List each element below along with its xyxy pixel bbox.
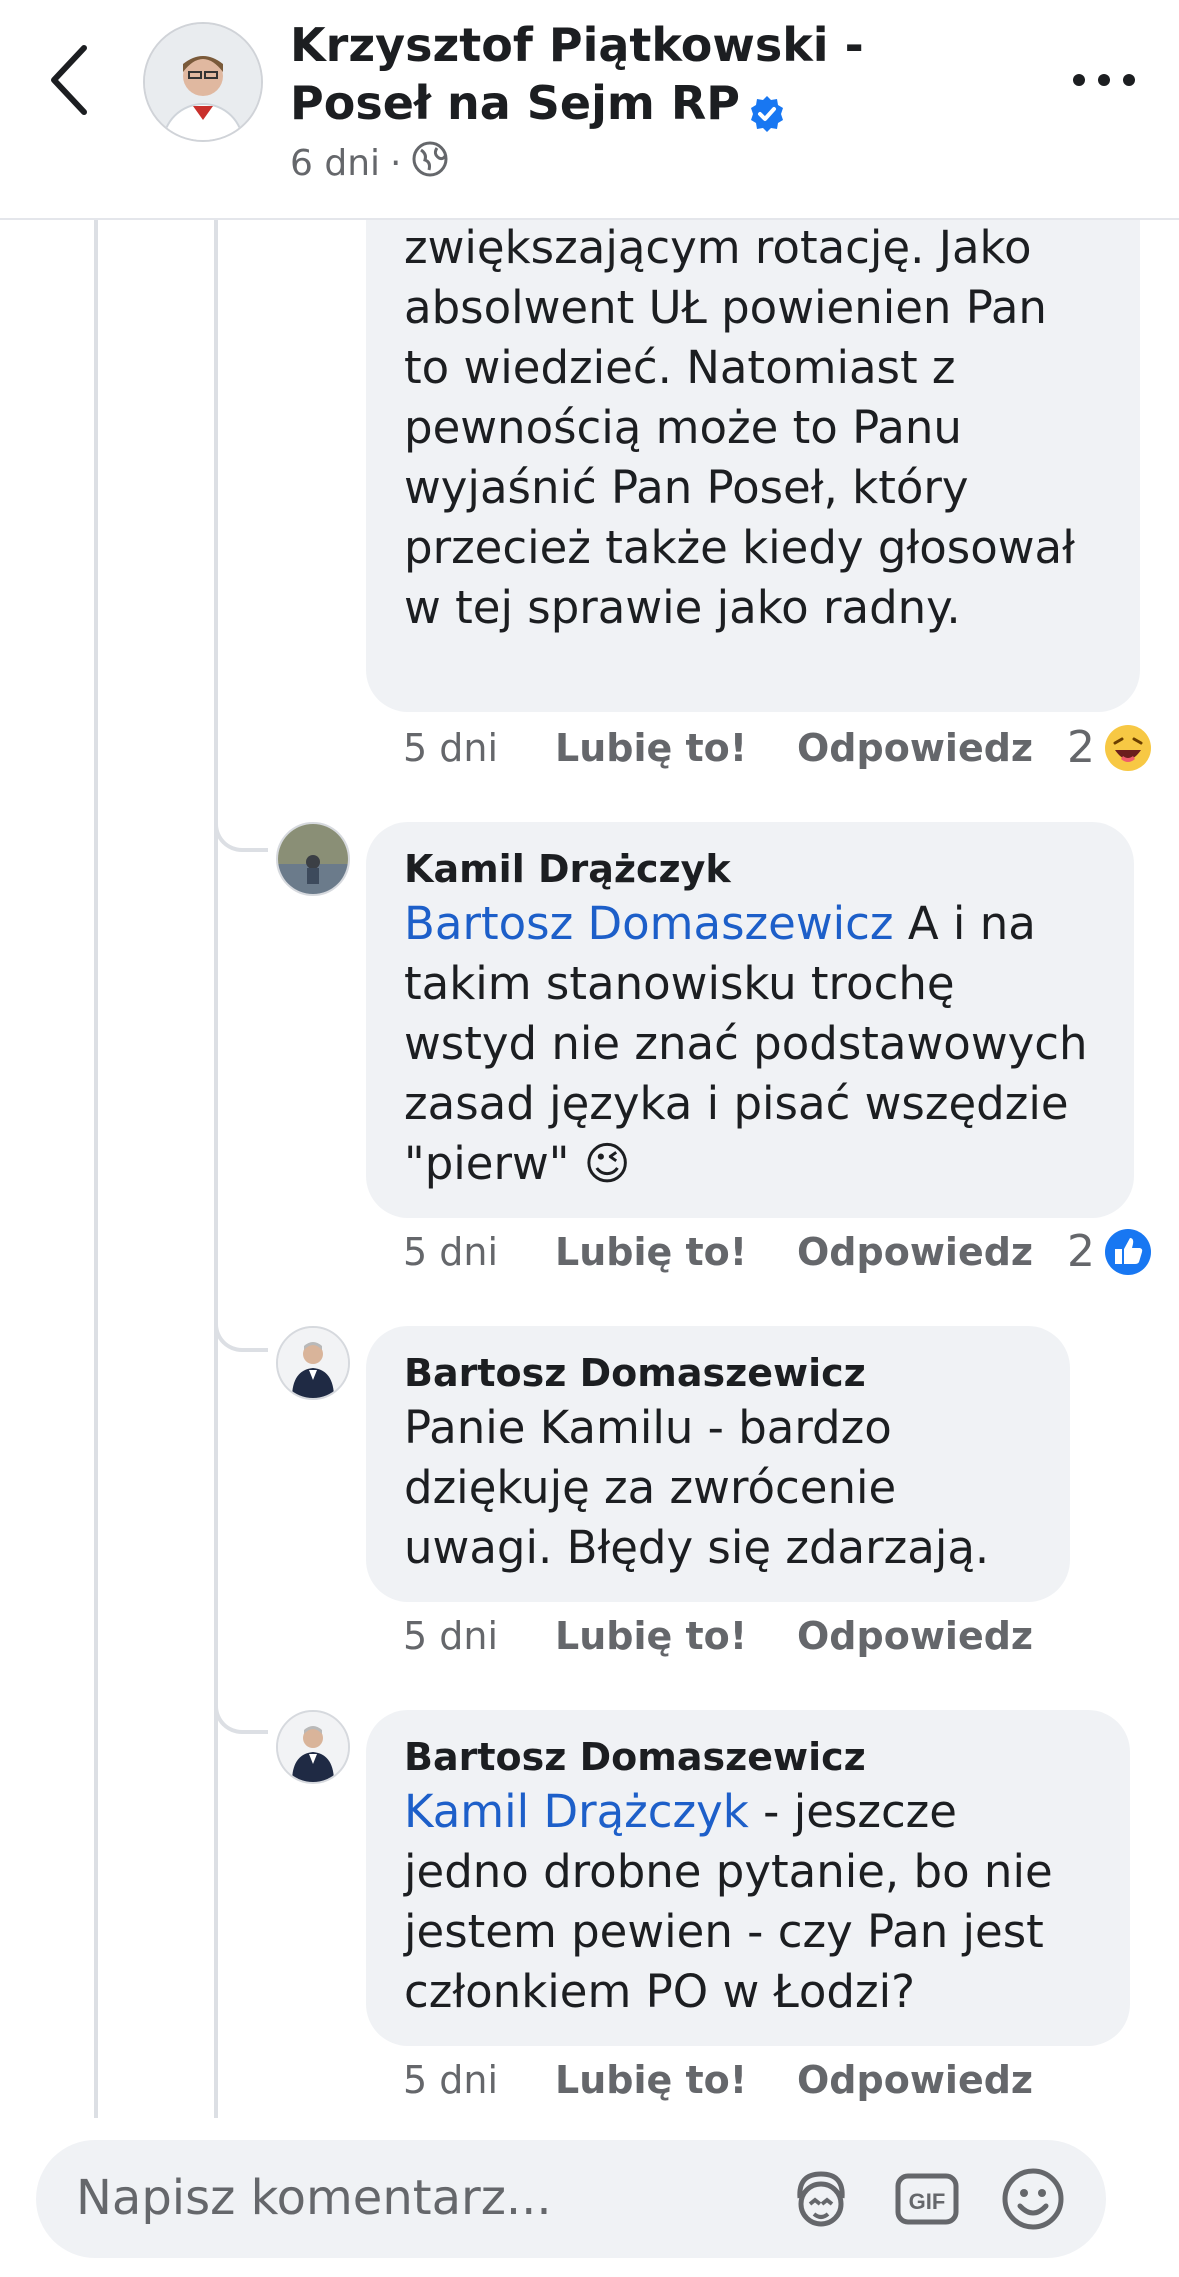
back-icon[interactable] <box>40 40 100 120</box>
avatar-sticker-icon[interactable] <box>786 2164 856 2234</box>
reaction-count: 2 <box>1067 722 1095 773</box>
reactions[interactable]: 2 <box>1067 1226 1153 1277</box>
thread-connector <box>214 1700 268 1734</box>
comment-time[interactable]: 5 dni <box>403 1230 555 1274</box>
reaction-count: 2 <box>1067 1226 1095 1277</box>
like-thumb-icon <box>1105 1228 1151 1275</box>
comment-body: Bartosz Domaszewicz A i na takim stanowi… <box>404 894 1096 1194</box>
reply-button[interactable]: Odpowiedz <box>797 726 1067 770</box>
reply-button[interactable]: Odpowiedz <box>797 1230 1067 1274</box>
comment-input[interactable]: Napisz komentarz... GIF <box>36 2140 1106 2258</box>
comment-text: zwiększającym rotację. Jako absolwent UŁ… <box>404 221 1075 634</box>
comment-actions: 5 dni Lubię to! Odpowiedz 2 <box>403 722 1153 773</box>
laughing-emoji-icon <box>1105 724 1151 771</box>
avatar[interactable] <box>276 822 350 896</box>
thread-line-inner <box>214 220 218 2120</box>
post-time[interactable]: 6 dni <box>290 143 380 184</box>
comment-actions: 5 dni Lubię to! Odpowiedz 2 <box>403 1226 1153 1277</box>
emoji-icon[interactable] <box>998 2164 1068 2234</box>
comment-placeholder[interactable]: Napisz komentarz... <box>76 2170 552 2226</box>
comment-bubble: Bartosz Domaszewicz Kamil Drążczyk - jes… <box>366 1710 1130 2046</box>
comment-bubble: zwiększającym rotację. Jako absolwent UŁ… <box>366 160 1140 712</box>
comment-body: Kamil Drążczyk - jeszcze jedno drobne py… <box>404 1782 1092 2022</box>
avatar[interactable] <box>276 1326 350 1400</box>
comment-actions: 5 dni Lubię to! Odpowiedz <box>403 2058 1067 2102</box>
gif-label: GIF <box>909 2189 946 2214</box>
comment-bubble: Bartosz Domaszewicz Panie Kamilu - bardz… <box>366 1326 1070 1602</box>
reply-button[interactable]: Odpowiedz <box>797 2058 1067 2102</box>
comment-actions: 5 dni Lubię to! Odpowiedz <box>403 1614 1067 1658</box>
page-title[interactable]: Krzysztof Piątkowski - Poseł na Sejm RP <box>290 16 930 132</box>
author-avatar[interactable] <box>143 22 263 142</box>
avatar[interactable] <box>276 1710 350 1784</box>
comment-author[interactable]: Kamil Drążczyk <box>404 844 1096 894</box>
gif-icon[interactable]: GIF <box>892 2164 962 2234</box>
meta-separator: · <box>390 143 402 184</box>
mention-link[interactable]: Bartosz Domaszewicz <box>404 897 894 950</box>
comment-author[interactable]: Bartosz Domaszewicz <box>404 1348 1032 1398</box>
reactions[interactable]: 2 <box>1067 722 1153 773</box>
like-button[interactable]: Lubię to! <box>555 726 797 770</box>
post-meta: 6 dni · <box>290 140 449 187</box>
like-button[interactable]: Lubię to! <box>555 1614 797 1658</box>
comment-bubble: Kamil Drążczyk Bartosz Domaszewicz A i n… <box>366 822 1134 1218</box>
comment-text: Panie Kamilu - bardzo dziękuję za zwróce… <box>404 1401 990 1574</box>
verified-badge-icon <box>748 88 786 132</box>
like-button[interactable]: Lubię to! <box>555 1230 797 1274</box>
post-header: Krzysztof Piątkowski - Poseł na Sejm RP … <box>0 0 1179 220</box>
comment-author[interactable]: Bartosz Domaszewicz <box>404 1732 1092 1782</box>
thread-connector <box>214 1318 268 1352</box>
like-button[interactable]: Lubię to! <box>555 2058 797 2102</box>
comment-composer: Napisz komentarz... GIF <box>0 2118 1179 2277</box>
globe-icon <box>411 140 449 187</box>
more-options-icon[interactable] <box>1069 60 1139 100</box>
thread-connector <box>214 818 268 852</box>
comment-time[interactable]: 5 dni <box>403 2058 555 2102</box>
comment-time[interactable]: 5 dni <box>403 726 555 770</box>
comment-time[interactable]: 5 dni <box>403 1614 555 1658</box>
thread-line-outer <box>94 220 98 2120</box>
reply-button[interactable]: Odpowiedz <box>797 1614 1067 1658</box>
mention-link[interactable]: Kamil Drążczyk <box>404 1785 749 1838</box>
